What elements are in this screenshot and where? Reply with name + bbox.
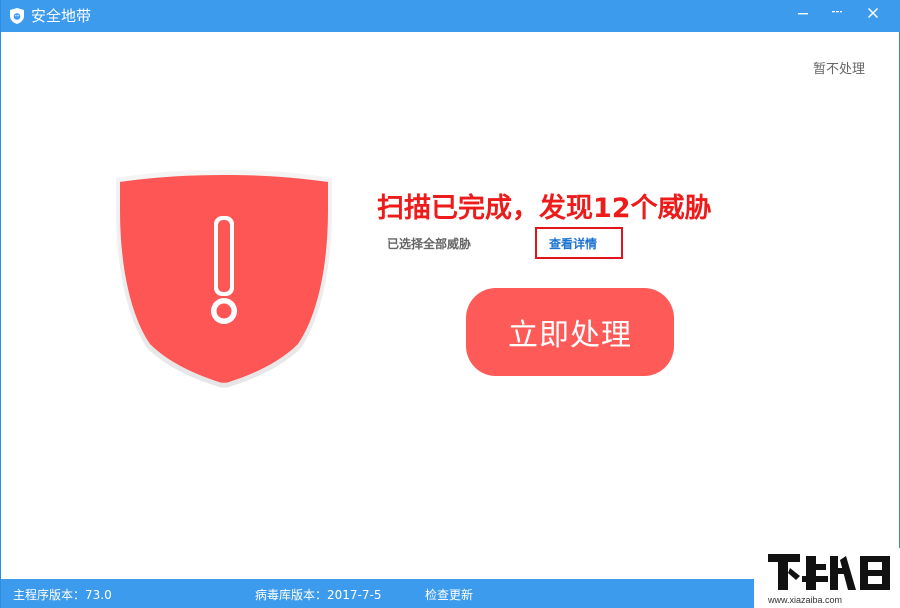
- view-details-link[interactable]: 查看详情: [549, 235, 597, 252]
- check-update-link[interactable]: 检查更新: [425, 586, 473, 603]
- restore-icon: [831, 4, 843, 23]
- minimize-button[interactable]: [787, 0, 819, 26]
- close-icon: [867, 4, 879, 23]
- watermark-url: www.xiazaiba.com: [768, 595, 843, 605]
- selection-note: 已选择全部威胁: [387, 237, 472, 251]
- site-watermark: www.xiazaiba.com: [754, 548, 900, 608]
- xiazaiba-logo-icon: [764, 550, 894, 598]
- handle-now-button[interactable]: 立即处理: [466, 288, 674, 376]
- restore-button[interactable]: [821, 0, 853, 26]
- threat-shield-icon: [111, 168, 337, 390]
- app-window: 安全地带 暂不处理 扫描已完成，发现12个威胁 已选择全部威胁 查看详情 立即处…: [0, 0, 900, 608]
- title-bar[interactable]: 安全地带: [1, 0, 900, 32]
- minimize-icon: [797, 4, 809, 23]
- app-title: 安全地带: [31, 7, 92, 25]
- app-logo-icon: [8, 7, 26, 25]
- main-version-text: 主程序版本：73.0: [13, 588, 112, 602]
- scan-result-headline: 扫描已完成，发现12个威胁: [377, 193, 712, 224]
- virus-db-version-text: 病毒库版本：2017-7-5: [255, 588, 382, 602]
- close-button[interactable]: [857, 0, 889, 26]
- skip-link[interactable]: 暂不处理: [813, 58, 865, 77]
